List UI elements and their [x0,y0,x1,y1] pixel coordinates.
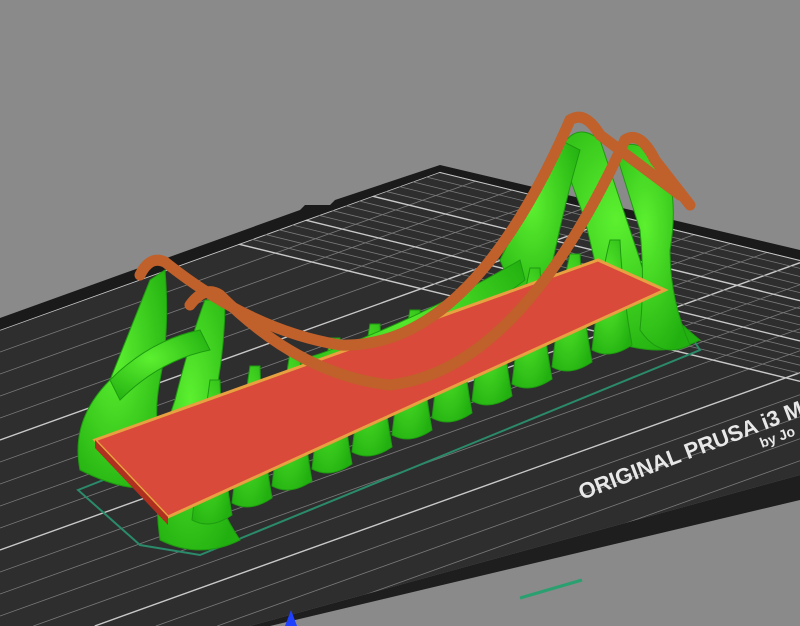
3d-viewport[interactable]: ORIGINAL PRUSA i3 MK by Jo [0,0,800,626]
